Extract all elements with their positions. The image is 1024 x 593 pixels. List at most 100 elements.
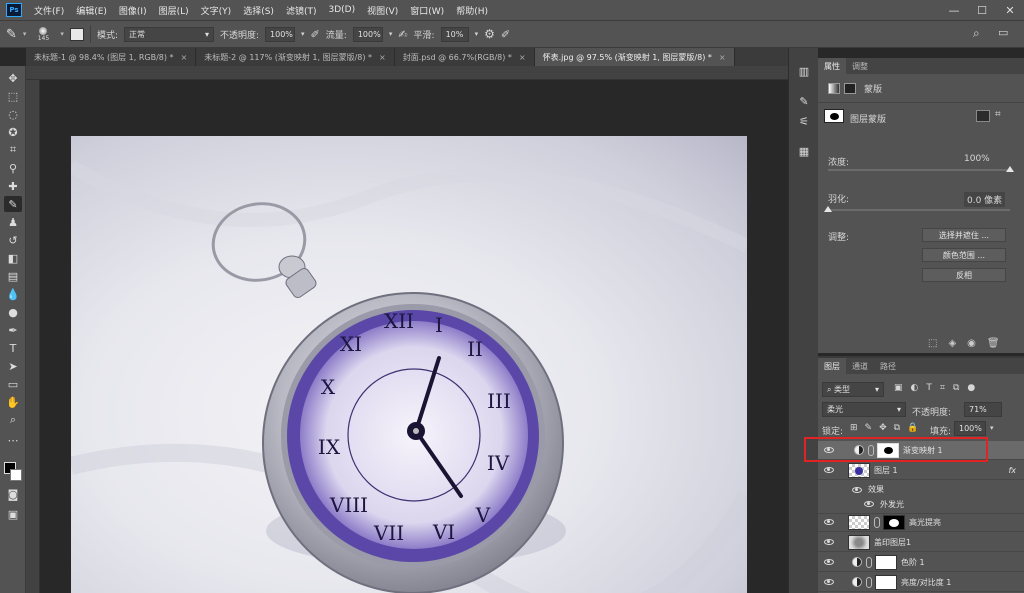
menu-item-7[interactable]: 3D(D) [322, 5, 361, 15]
lock-artboard-icon[interactable]: ⧉ [894, 423, 900, 433]
vector-mask-icon[interactable] [844, 83, 856, 94]
density-value[interactable]: 100% [964, 154, 990, 164]
layer-mask-thumbnail[interactable] [875, 554, 897, 570]
flow-field[interactable]: 100% [352, 26, 383, 42]
close-tab-icon[interactable]: × [181, 53, 188, 62]
crop-tool-icon[interactable]: ⌗ [4, 142, 22, 158]
clone-source-icon[interactable]: ▦ [795, 142, 813, 160]
visibility-eye-icon[interactable] [824, 467, 834, 473]
hand-tool-icon[interactable]: ✋ [4, 394, 22, 410]
document-tab-3[interactable]: 怀表.jpg @ 97.5% (渐变映射 1, 图层蒙版/8) * × [534, 48, 735, 66]
pixel-mask-icon[interactable] [828, 83, 840, 94]
add-pixel-mask-icon[interactable] [976, 110, 990, 122]
lock-transparent-icon[interactable]: ⊞ [850, 423, 858, 433]
layer-row-brightness[interactable]: 亮度/对比度 1 [818, 573, 1024, 592]
feather-slider[interactable] [828, 209, 1010, 211]
mode-select[interactable]: 正常 ▾ [123, 26, 214, 42]
add-vector-mask-icon[interactable]: ⌗ [995, 109, 1001, 120]
blur-tool-icon[interactable]: 💧 [4, 286, 22, 302]
close-button[interactable]: ✕ [996, 4, 1024, 17]
trash-icon[interactable]: 🗑 [987, 338, 1000, 349]
clone-stamp-tool-icon[interactable]: ♟ [4, 214, 22, 230]
filter-toggle-icon[interactable]: ● [967, 383, 975, 393]
load-selection-icon[interactable]: ⬚ [928, 338, 937, 349]
menu-item-1[interactable]: 编辑(E) [70, 4, 113, 17]
opacity-field[interactable]: 100% [265, 26, 296, 42]
smooth-field[interactable]: 10% [440, 26, 469, 42]
feather-value[interactable]: 0.0 像素 [964, 192, 1006, 207]
lock-image-icon[interactable]: ✎ [865, 423, 873, 433]
rectangle-tool-icon[interactable]: ▭ [4, 376, 22, 392]
image-filter-icon[interactable]: ▣ [894, 383, 903, 393]
chevron-down-icon[interactable]: ▾ [475, 30, 479, 38]
lock-all-icon[interactable]: 🔒 [907, 423, 918, 433]
layer-mask-thumbnail[interactable] [824, 109, 844, 123]
visibility-eye-icon[interactable] [824, 559, 834, 565]
tab-properties[interactable]: 属性 [818, 58, 846, 74]
document-tab-0[interactable]: 未标题-1 @ 98.4% (图层 1, RGB/8) * × [26, 48, 197, 66]
eyedropper-tool-icon[interactable]: ⚲ [4, 160, 22, 176]
visibility-eye-icon[interactable] [852, 486, 862, 493]
move-tool-icon[interactable]: ✥ [4, 70, 22, 86]
pressure-size-icon[interactable]: ✐ [501, 28, 510, 41]
tab-adjustments[interactable]: 调整 [846, 58, 874, 74]
link-icon[interactable] [866, 576, 872, 588]
visibility-eye-icon[interactable] [864, 501, 874, 507]
brush-tool-icon[interactable]: ✎ [6, 27, 17, 42]
menu-item-0[interactable]: 文件(F) [28, 4, 70, 17]
gradient-tool-icon[interactable]: ▤ [4, 268, 22, 284]
brush-tool-icon[interactable]: ✎ [4, 196, 22, 212]
tab-paths[interactable]: 路径 [874, 358, 902, 374]
tab-layers[interactable]: 图层 [818, 358, 846, 374]
menu-item-8[interactable]: 视图(V) [361, 4, 404, 17]
density-slider-knob[interactable] [1006, 166, 1014, 172]
invert-button[interactable]: 反相 [922, 268, 1006, 282]
blend-mode-select[interactable]: 柔光 ▾ [822, 402, 906, 417]
eraser-tool-icon[interactable]: ◧ [4, 250, 22, 266]
horizontal-ruler[interactable] [26, 66, 788, 80]
shape-filter-icon[interactable]: ⌗ [940, 383, 945, 393]
layer-opacity-field[interactable]: 71% [964, 402, 1002, 417]
visibility-eye-icon[interactable] [824, 539, 834, 545]
layer-row-stamp[interactable]: 盖印图层1 [818, 533, 1024, 552]
outer-glow-row[interactable]: 外发光 [818, 495, 1024, 514]
lock-position-icon[interactable]: ✥ [879, 423, 887, 433]
chevron-down-icon[interactable]: ▾ [990, 424, 994, 432]
document-tab-2[interactable]: 封面.psd @ 66.7%(RGB/8) * × [394, 48, 535, 66]
brush-preset-picker[interactable]: 145 [32, 26, 54, 42]
canvas-area[interactable]: I II III IV V VI VII VIII IX X XI XII [40, 80, 788, 593]
brush-settings-icon[interactable]: ✎ [795, 92, 813, 110]
layer-row-highlight[interactable]: 高光提亮 [818, 513, 1024, 532]
airbrush-icon[interactable]: ✍ [398, 28, 407, 41]
select-and-mask-button[interactable]: 选择并遮住 ... [922, 228, 1006, 242]
close-tab-icon[interactable]: × [519, 53, 526, 62]
chevron-down-icon[interactable]: ▾ [389, 30, 393, 38]
chevron-down-icon[interactable]: ▾ [23, 30, 27, 38]
visibility-icon[interactable]: ◉ [967, 338, 976, 349]
adjustments-icon[interactable]: ⚟ [795, 112, 813, 130]
menu-item-3[interactable]: 图层(L) [153, 4, 195, 17]
pocket-watch-photo[interactable]: I II III IV V VI VII VIII IX X XI XII [71, 136, 747, 593]
chevron-down-icon[interactable]: ▾ [60, 30, 64, 38]
type-filter-icon[interactable]: T [926, 383, 932, 393]
healing-brush-tool-icon[interactable]: ✚ [4, 178, 22, 194]
dodge-tool-icon[interactable]: ● [4, 304, 22, 320]
close-tab-icon[interactable]: × [719, 53, 726, 62]
maximize-button[interactable]: ☐ [968, 4, 996, 17]
minimize-button[interactable]: — [940, 4, 968, 17]
path-select-tool-icon[interactable]: ➤ [4, 358, 22, 374]
close-tab-icon[interactable]: × [379, 53, 386, 62]
density-slider[interactable] [828, 169, 1010, 171]
apply-mask-icon[interactable]: ◈ [948, 338, 956, 349]
document-tab-1[interactable]: 未标题-2 @ 117% (渐变映射 1, 图层蒙版/8) * × [196, 48, 395, 66]
menu-item-9[interactable]: 窗口(W) [404, 4, 450, 17]
lasso-tool-icon[interactable]: ◌ [4, 106, 22, 122]
menu-item-6[interactable]: 滤镜(T) [280, 4, 323, 17]
marquee-tool-icon[interactable]: ⬚ [4, 88, 22, 104]
zoom-tool-icon[interactable]: ⌕ [4, 412, 22, 428]
smart-object-filter-icon[interactable]: ⧉ [953, 383, 959, 393]
visibility-eye-icon[interactable] [824, 579, 834, 585]
history-brush-tool-icon[interactable]: ↺ [4, 232, 22, 248]
workspace-icon[interactable]: ▭ [998, 26, 1008, 39]
brush-panel-icon[interactable] [69, 27, 84, 41]
